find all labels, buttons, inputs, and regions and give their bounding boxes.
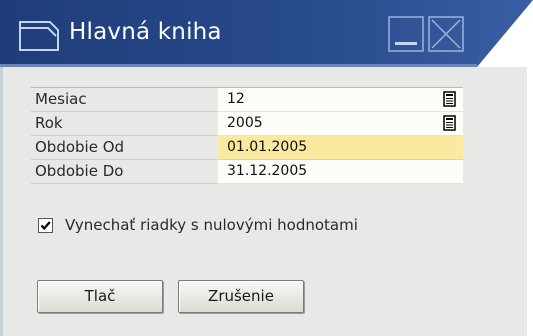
window-edge	[527, 67, 533, 336]
close-icon	[428, 16, 464, 52]
month-value: 12	[227, 91, 245, 107]
list-picker-icon[interactable]	[443, 91, 456, 107]
parameters-form: Mesiac 12 Rok 2005 Obdobie Od 01.01.2005…	[31, 87, 463, 184]
year-label: Rok	[35, 114, 63, 132]
skip-zero-rows-checkbox[interactable]	[38, 218, 53, 233]
close-button[interactable]	[428, 16, 464, 52]
period-to-field[interactable]: 31.12.2005	[218, 160, 463, 184]
period-to-label: Obdobie Do	[35, 162, 124, 180]
skip-zero-rows-label[interactable]: Vynechať riadky s nulovými hodnotami	[65, 216, 358, 234]
month-label: Mesiac	[35, 90, 87, 108]
field-row-month: Mesiac 12	[31, 88, 463, 112]
period-from-label: Obdobie Od	[35, 138, 125, 156]
field-row-period-from: Obdobie Od 01.01.2005	[31, 136, 463, 160]
year-value: 2005	[227, 115, 263, 131]
cancel-button[interactable]: Zrušenie	[178, 280, 304, 313]
field-row-year: Rok 2005	[31, 112, 463, 136]
dialog-window: Hlavná kniha Mesiac 12 Rok 2005 Obdobie …	[0, 0, 533, 336]
month-field[interactable]: 12	[218, 88, 463, 112]
list-picker-icon[interactable]	[443, 115, 456, 131]
window-icon	[18, 20, 60, 52]
period-to-value: 31.12.2005	[227, 163, 308, 179]
print-button[interactable]: Tlač	[37, 280, 163, 313]
minimize-button[interactable]	[388, 16, 424, 52]
window-title: Hlavná kniha	[69, 19, 222, 45]
minimize-icon	[388, 16, 424, 52]
title-bar[interactable]: Hlavná kniha	[0, 0, 533, 67]
period-from-value: 01.01.2005	[227, 139, 308, 155]
field-row-period-to: Obdobie Do 31.12.2005	[31, 160, 463, 184]
period-from-field[interactable]: 01.01.2005	[218, 136, 463, 160]
year-field[interactable]: 2005	[218, 112, 463, 136]
checkmark-icon	[40, 221, 51, 231]
